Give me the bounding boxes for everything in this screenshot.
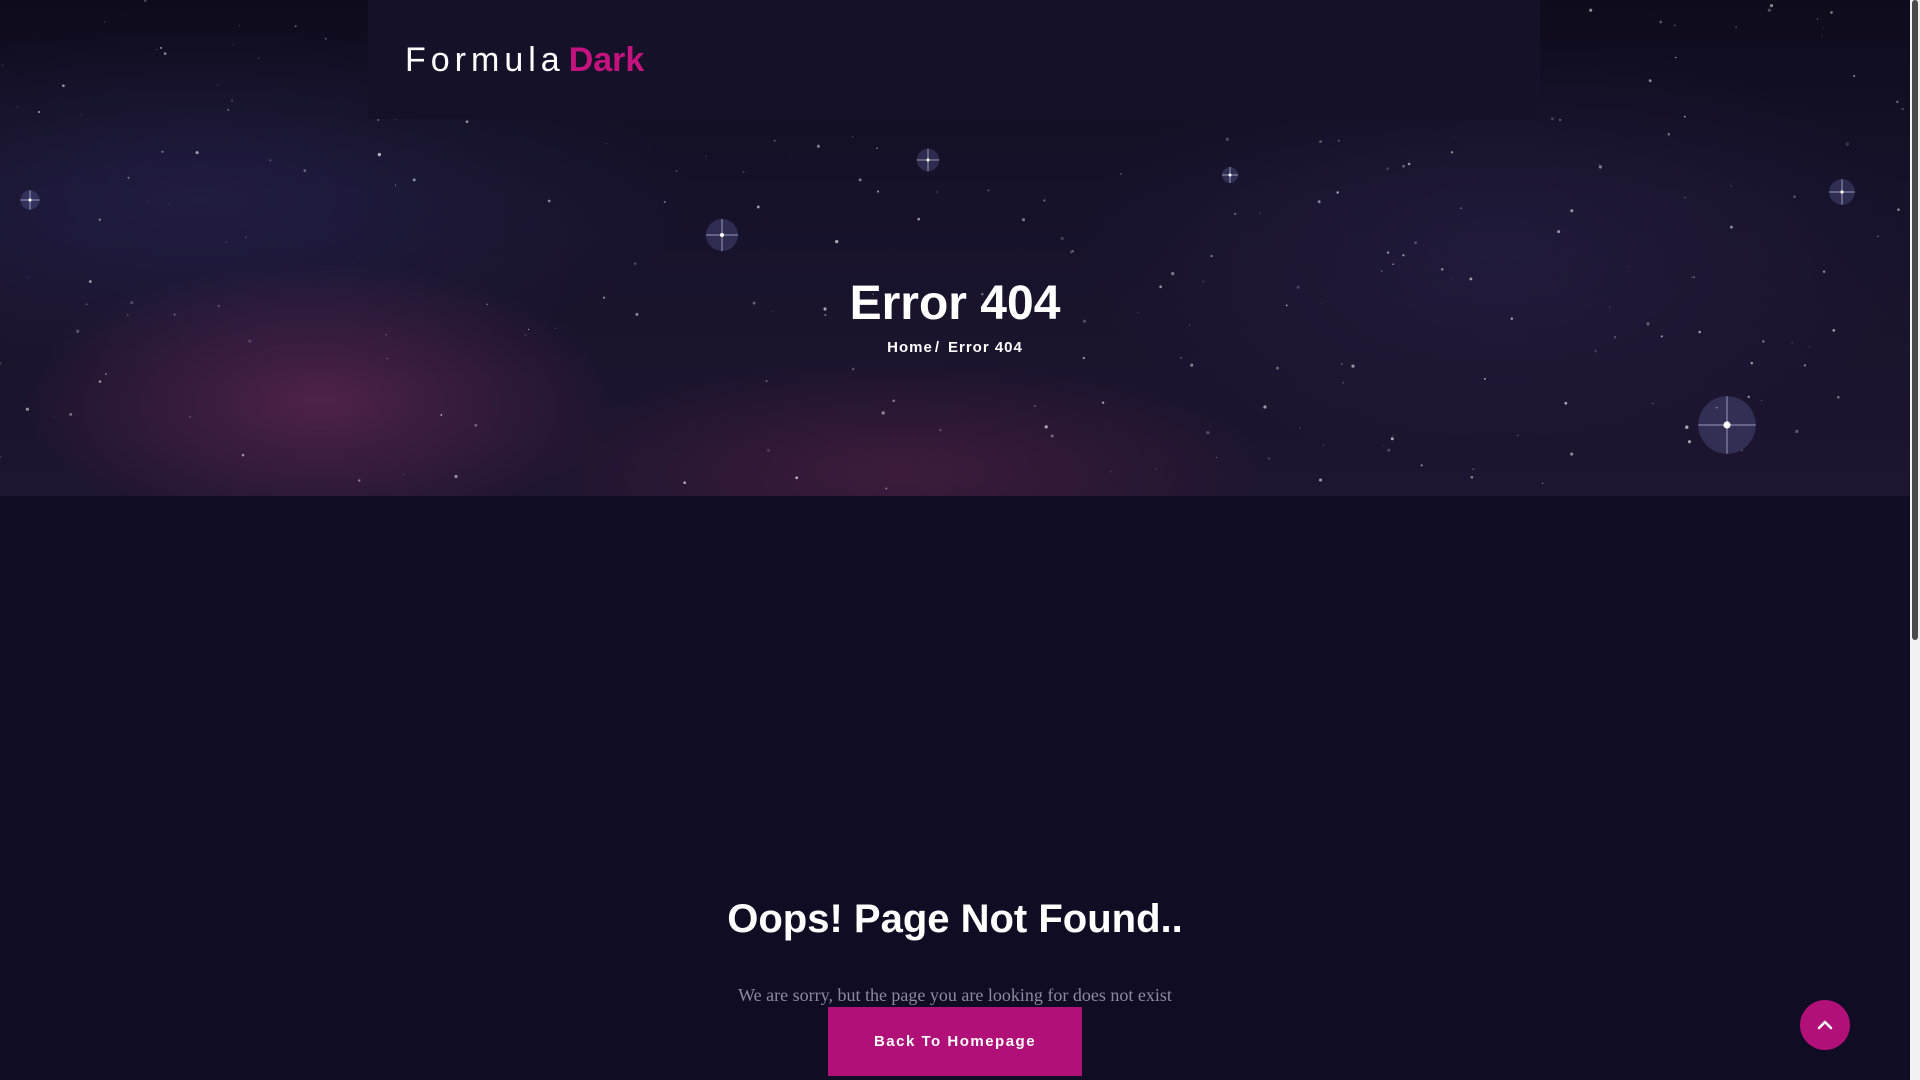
chevron-up-icon — [1817, 1020, 1833, 1030]
scroll-to-top-button[interactable] — [1800, 1000, 1850, 1050]
not-found-heading: Oops! Page Not Found.. — [727, 897, 1183, 941]
breadcrumb-separator: / — [934, 339, 940, 356]
breadcrumb-home-link[interactable]: Home — [887, 339, 933, 356]
error-page: Formula Dark Error 404 Home / Error 404 Oo… — [0, 0, 1920, 1080]
breadcrumb: Home / Error 404 — [0, 338, 1910, 358]
breadcrumb-current: Error 404 — [947, 339, 1023, 356]
not-found-message: We are sorry, but the page you are looki… — [738, 985, 1172, 1005]
scrollbar-thumb[interactable] — [1912, 0, 1918, 640]
site-logo[interactable]: Formula Dark — [405, 38, 644, 82]
page-title: Error 404 — [849, 277, 1061, 330]
back-to-homepage-button[interactable]: Back To Homepage — [828, 1007, 1082, 1076]
logo-text-formula: Formula — [405, 41, 565, 79]
logo-text-dark: Dark — [568, 41, 645, 79]
